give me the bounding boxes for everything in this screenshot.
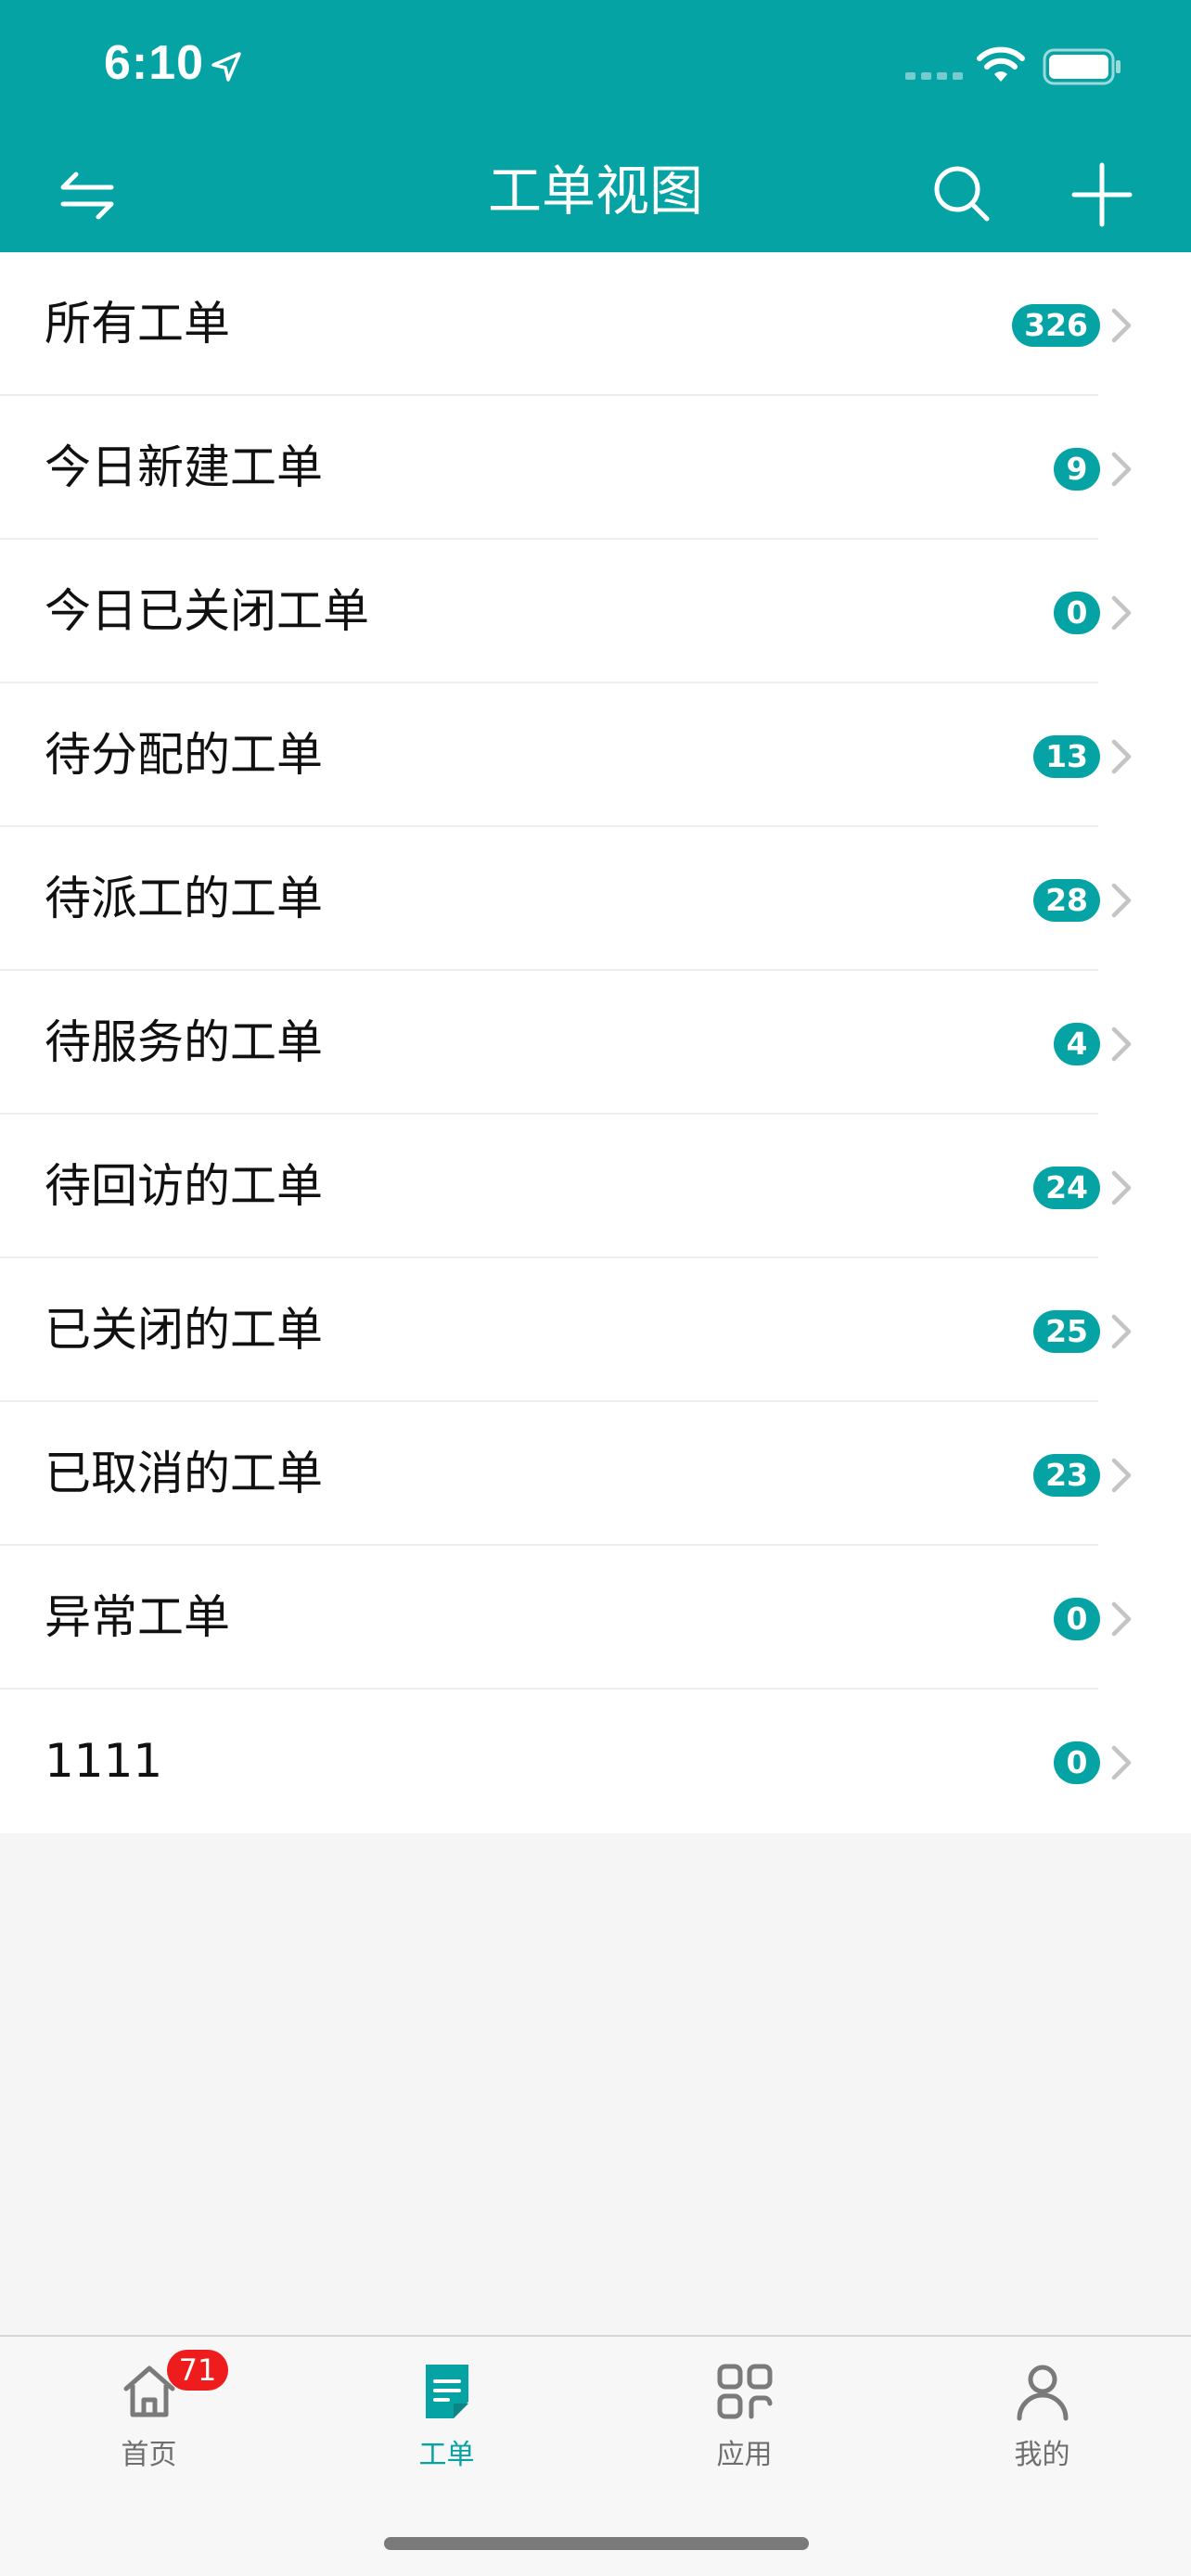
chevron-right-icon	[1111, 1170, 1132, 1205]
notification-badge: 71	[167, 2350, 228, 2391]
search-button[interactable]	[926, 158, 1000, 232]
location-arrow-icon	[211, 52, 241, 82]
list-item-label: 待派工的工单	[45, 872, 323, 925]
chevron-right-icon	[1111, 1745, 1132, 1780]
status-bar: 6:10	[0, 0, 1191, 130]
chevron-right-icon	[1111, 308, 1132, 343]
search-icon	[934, 166, 990, 222]
list-item-label: 今日新建工单	[45, 440, 323, 494]
add-button[interactable]	[1069, 158, 1143, 232]
app-header: 6:10 工单视图	[0, 0, 1191, 252]
apps-grid-icon	[717, 2364, 773, 2419]
count-badge: 0	[1054, 1741, 1100, 1784]
tab-work-orders[interactable]: 工单	[298, 2337, 596, 2485]
list-item-label: 1111	[45, 1734, 163, 1788]
list-item[interactable]: 已关闭的工单 25	[0, 1258, 1191, 1402]
list-item[interactable]: 待回访的工单 24	[0, 1115, 1191, 1258]
tab-home[interactable]: 71 首页	[0, 2337, 298, 2485]
navigation-bar: 工单视图	[0, 130, 1191, 252]
list-item-label: 待分配的工单	[45, 728, 323, 782]
count-badge: 25	[1033, 1310, 1100, 1353]
plus-icon	[1071, 162, 1133, 227]
tab-label: 应用	[716, 2439, 773, 2471]
list-item-label: 待回访的工单	[45, 1159, 323, 1213]
list-item[interactable]: 已取消的工单 23	[0, 1402, 1191, 1546]
list-item-label: 已取消的工单	[45, 1447, 323, 1500]
list-item[interactable]: 所有工单 326	[0, 252, 1191, 396]
list-item[interactable]: 1111 0	[0, 1690, 1191, 1833]
list-item[interactable]: 今日已关闭工单 0	[0, 540, 1191, 683]
chevron-right-icon	[1111, 883, 1132, 918]
battery-icon	[1043, 48, 1121, 85]
tab-label: 首页	[121, 2439, 177, 2471]
count-badge: 23	[1033, 1454, 1100, 1497]
chevron-right-icon	[1111, 739, 1132, 774]
count-badge: 28	[1033, 879, 1100, 922]
count-badge: 0	[1054, 592, 1100, 634]
count-badge: 0	[1054, 1598, 1100, 1640]
count-badge: 9	[1054, 448, 1100, 491]
list-item[interactable]: 待服务的工单 4	[0, 971, 1191, 1115]
list-item[interactable]: 今日新建工单 9	[0, 396, 1191, 540]
list-item[interactable]: 待分配的工单 13	[0, 683, 1191, 827]
profile-icon	[1017, 2365, 1069, 2421]
chevron-right-icon	[1111, 595, 1132, 631]
cellular-signal-icon	[905, 72, 963, 80]
list-item[interactable]: 待派工的工单 28	[0, 827, 1191, 971]
list-item[interactable]: 异常工单 0	[0, 1546, 1191, 1690]
chevron-right-icon	[1111, 452, 1132, 487]
list-item-label: 今日已关闭工单	[45, 584, 369, 638]
wifi-icon	[977, 46, 1025, 82]
list-item-label: 异常工单	[45, 1590, 230, 1644]
list-item-label: 已关闭的工单	[45, 1303, 323, 1357]
count-badge: 13	[1033, 735, 1100, 778]
count-badge: 326	[1012, 304, 1100, 347]
work-order-view-list: 所有工单 326 今日新建工单 9 今日已关闭工单 0 待分配的工单 13 待派工的工单 28 待服…	[0, 252, 1191, 1833]
tab-apps[interactable]: 应用	[596, 2337, 893, 2485]
chevron-right-icon	[1111, 1601, 1132, 1637]
count-badge: 24	[1033, 1167, 1100, 1209]
chevron-right-icon	[1111, 1027, 1132, 1062]
status-time: 6:10	[104, 36, 205, 90]
chevron-right-icon	[1111, 1458, 1132, 1493]
list-item-label: 所有工单	[45, 297, 230, 351]
tab-label: 工单	[418, 2439, 475, 2471]
tab-label: 我的	[1014, 2439, 1070, 2471]
count-badge: 4	[1054, 1023, 1100, 1065]
tab-profile[interactable]: 我的	[893, 2337, 1191, 2485]
page-title: 工单视图	[487, 159, 703, 223]
work-order-icon	[426, 2365, 468, 2418]
home-indicator[interactable]	[384, 2537, 809, 2550]
chevron-right-icon	[1111, 1314, 1132, 1349]
list-item-label: 待服务的工单	[45, 1015, 323, 1069]
